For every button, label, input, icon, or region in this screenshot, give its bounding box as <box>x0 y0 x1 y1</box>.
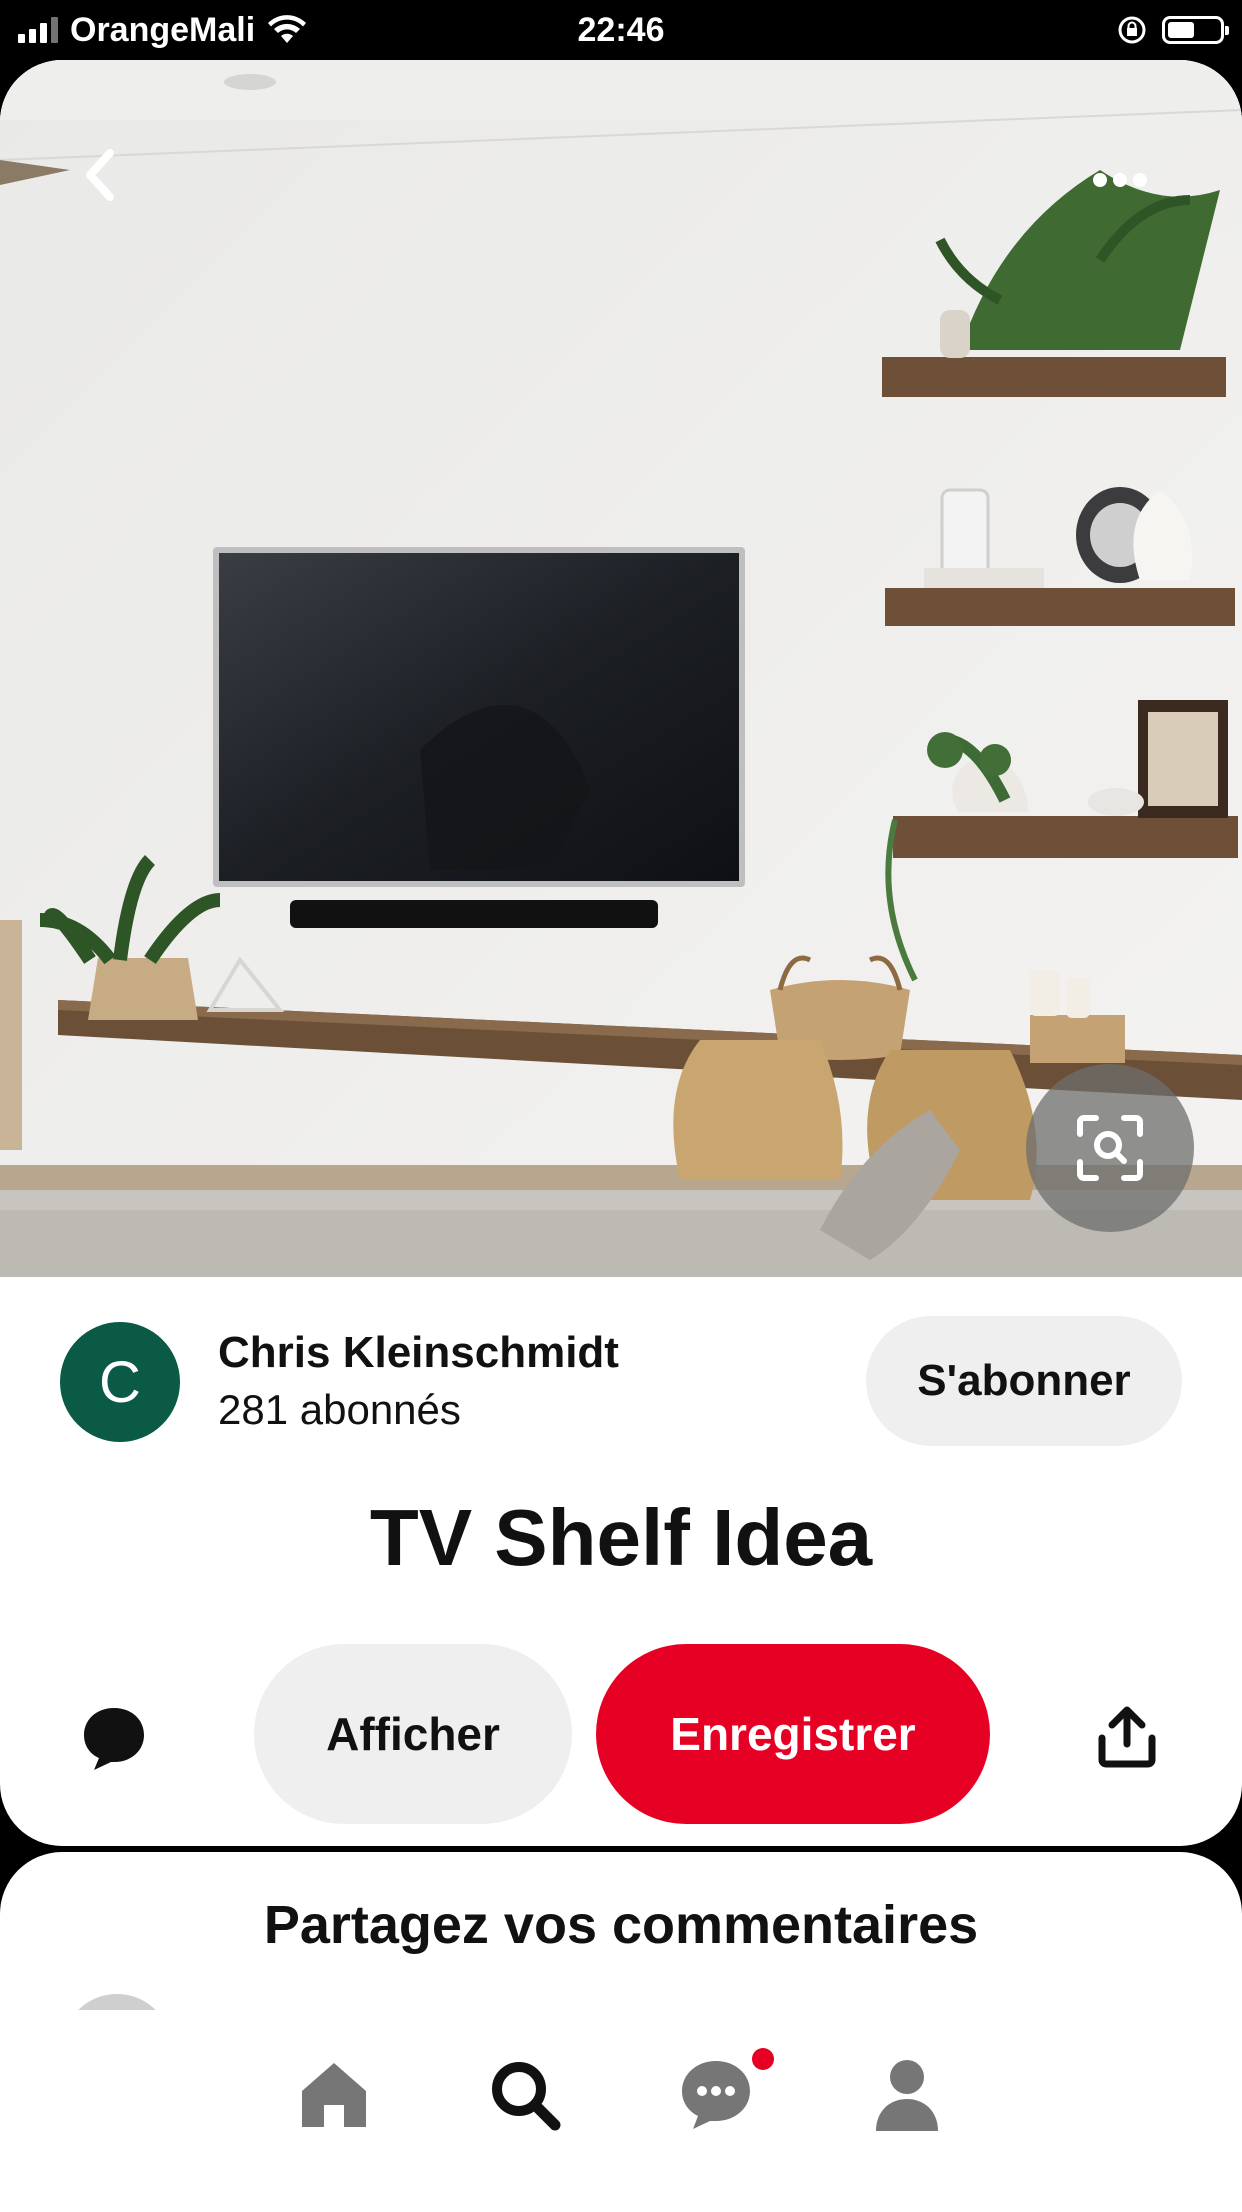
profile-icon <box>876 2060 938 2131</box>
clock: 22:46 <box>577 11 665 49</box>
bottom-tab-bar <box>0 2010 1242 2208</box>
tab-search[interactable] <box>480 2050 570 2140</box>
tab-profile[interactable] <box>862 2050 952 2140</box>
orientation-lock-icon <box>1118 16 1146 44</box>
chevron-left-icon <box>86 149 114 201</box>
comment-icon[interactable] <box>80 1704 148 1772</box>
lens-search-icon <box>1077 1115 1143 1181</box>
more-dots-icon <box>1093 173 1107 187</box>
pin-card: C Chris Kleinschmidt 281 abonnés S'abonn… <box>0 60 1242 1846</box>
search-icon <box>492 2062 561 2131</box>
home-icon <box>302 2063 366 2127</box>
action-bar: Afficher Enregistrer <box>0 1644 1242 1824</box>
comments-heading: Partagez vos commentaires <box>263 1895 979 1955</box>
tab-messages[interactable] <box>671 2050 761 2140</box>
pin-title: TV Shelf Idea <box>369 1493 873 1582</box>
view-button[interactable]: Afficher <box>254 1644 572 1824</box>
back-button[interactable] <box>70 135 130 215</box>
creator-name[interactable]: Chris Kleinschmidt <box>218 1328 619 1378</box>
follower-count: 281 abonnés <box>218 1386 461 1433</box>
status-bar: OrangeMali 22:46 <box>0 0 1242 60</box>
visual-search-button[interactable] <box>1026 1064 1194 1232</box>
tab-home[interactable] <box>289 2050 379 2140</box>
notification-dot <box>752 2048 774 2070</box>
follow-button[interactable]: S'abonner <box>866 1316 1182 1446</box>
battery-icon <box>1162 16 1229 44</box>
more-options-button[interactable] <box>1080 155 1160 205</box>
messages-icon <box>682 2061 750 2129</box>
share-icon[interactable] <box>1096 1706 1158 1768</box>
save-button[interactable]: Enregistrer <box>596 1644 990 1824</box>
creator-row: C Chris Kleinschmidt 281 abonnés S'abonn… <box>0 1316 1242 1456</box>
avatar[interactable]: C <box>60 1322 180 1442</box>
